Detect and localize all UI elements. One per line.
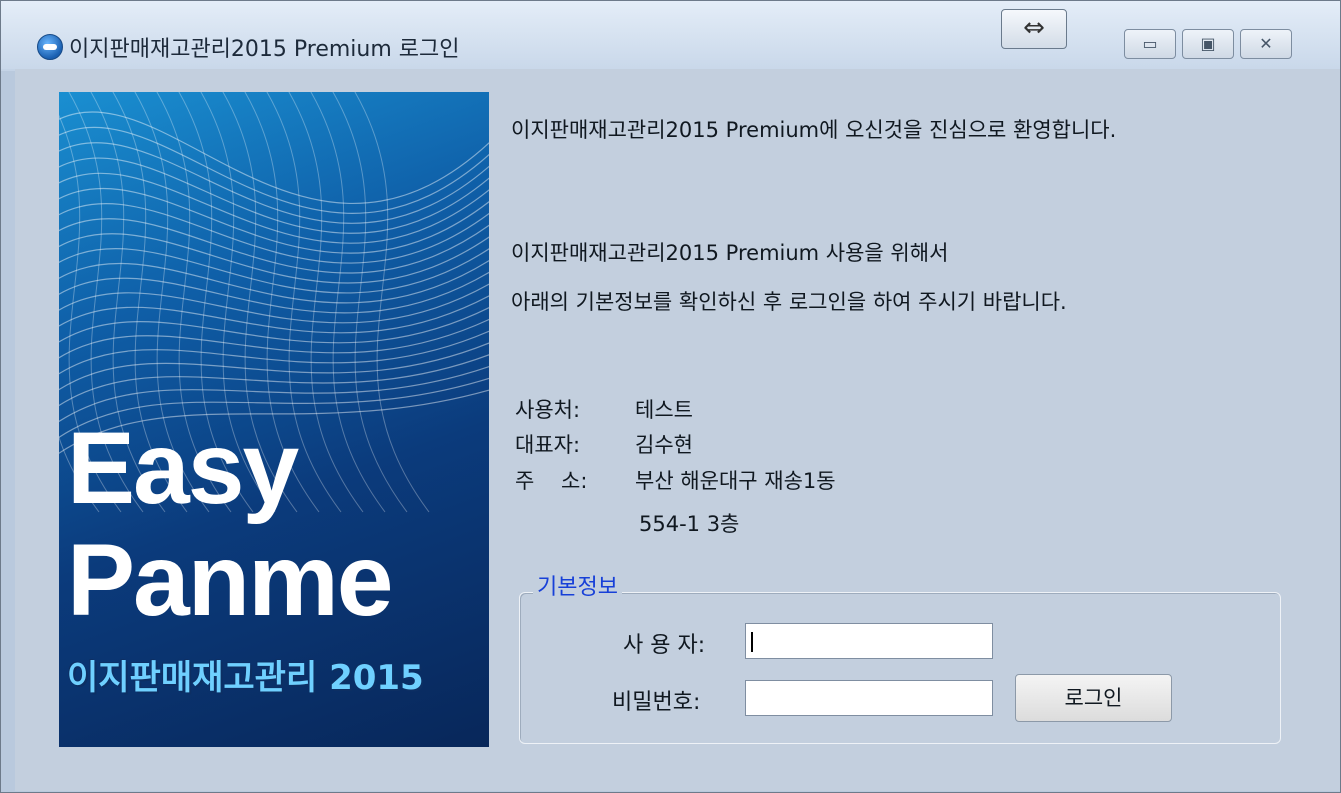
banner-logo-line2: Panme — [67, 523, 393, 637]
text-caret — [751, 632, 753, 652]
window-title: 이지판매재고관리2015 Premium 로그인 — [69, 37, 460, 62]
resize-arrows-icon[interactable]: ⇔ — [1001, 9, 1067, 49]
title-bar[interactable]: 이지판매재고관리2015 Premium 로그인 ⇔ ▭ ▣ ✕ — [1, 1, 1340, 69]
address-value-2: 554-1 3층 — [639, 512, 740, 536]
representative-value: 김수현 — [635, 433, 693, 457]
app-icon — [37, 34, 63, 60]
address-value-1: 부산 해운대구 재송1동 — [635, 469, 836, 493]
welcome-line-3: 아래의 기본정보를 확인하신 후 로그인을 하여 주시기 바랍니다. — [511, 290, 1067, 314]
minimize-button[interactable]: ▭ — [1124, 29, 1176, 59]
address-label: 주 소: — [515, 469, 588, 493]
banner-logo-line1: Easy — [67, 411, 299, 525]
welcome-line-1: 이지판매재고관리2015 Premium에 오신것을 진심으로 환영합니다. — [511, 118, 1117, 142]
login-button[interactable]: 로그인 — [1015, 674, 1172, 722]
close-button[interactable]: ✕ — [1240, 29, 1292, 59]
product-banner-image: Easy Panme 이지판매재고관리 2015 — [59, 92, 489, 747]
representative-label: 대표자: — [515, 433, 581, 457]
user-org-value: 테스트 — [635, 398, 693, 422]
welcome-line-2: 이지판매재고관리2015 Premium 사용을 위해서 — [511, 241, 949, 265]
user-field-label: 사 용 자: — [623, 633, 706, 658]
password-field-label: 비밀번호: — [612, 690, 701, 715]
basic-info-group-label: 기본정보 — [533, 569, 622, 601]
user-input[interactable] — [745, 623, 993, 659]
password-input[interactable] — [745, 680, 993, 716]
login-window: 이지판매재고관리2015 Premium 로그인 ⇔ ▭ ▣ ✕ Easy Pa… — [0, 0, 1341, 793]
banner-product-name: 이지판매재고관리 2015 — [67, 658, 424, 698]
user-org-label: 사용처: — [515, 398, 581, 422]
maximize-button[interactable]: ▣ — [1182, 29, 1234, 59]
